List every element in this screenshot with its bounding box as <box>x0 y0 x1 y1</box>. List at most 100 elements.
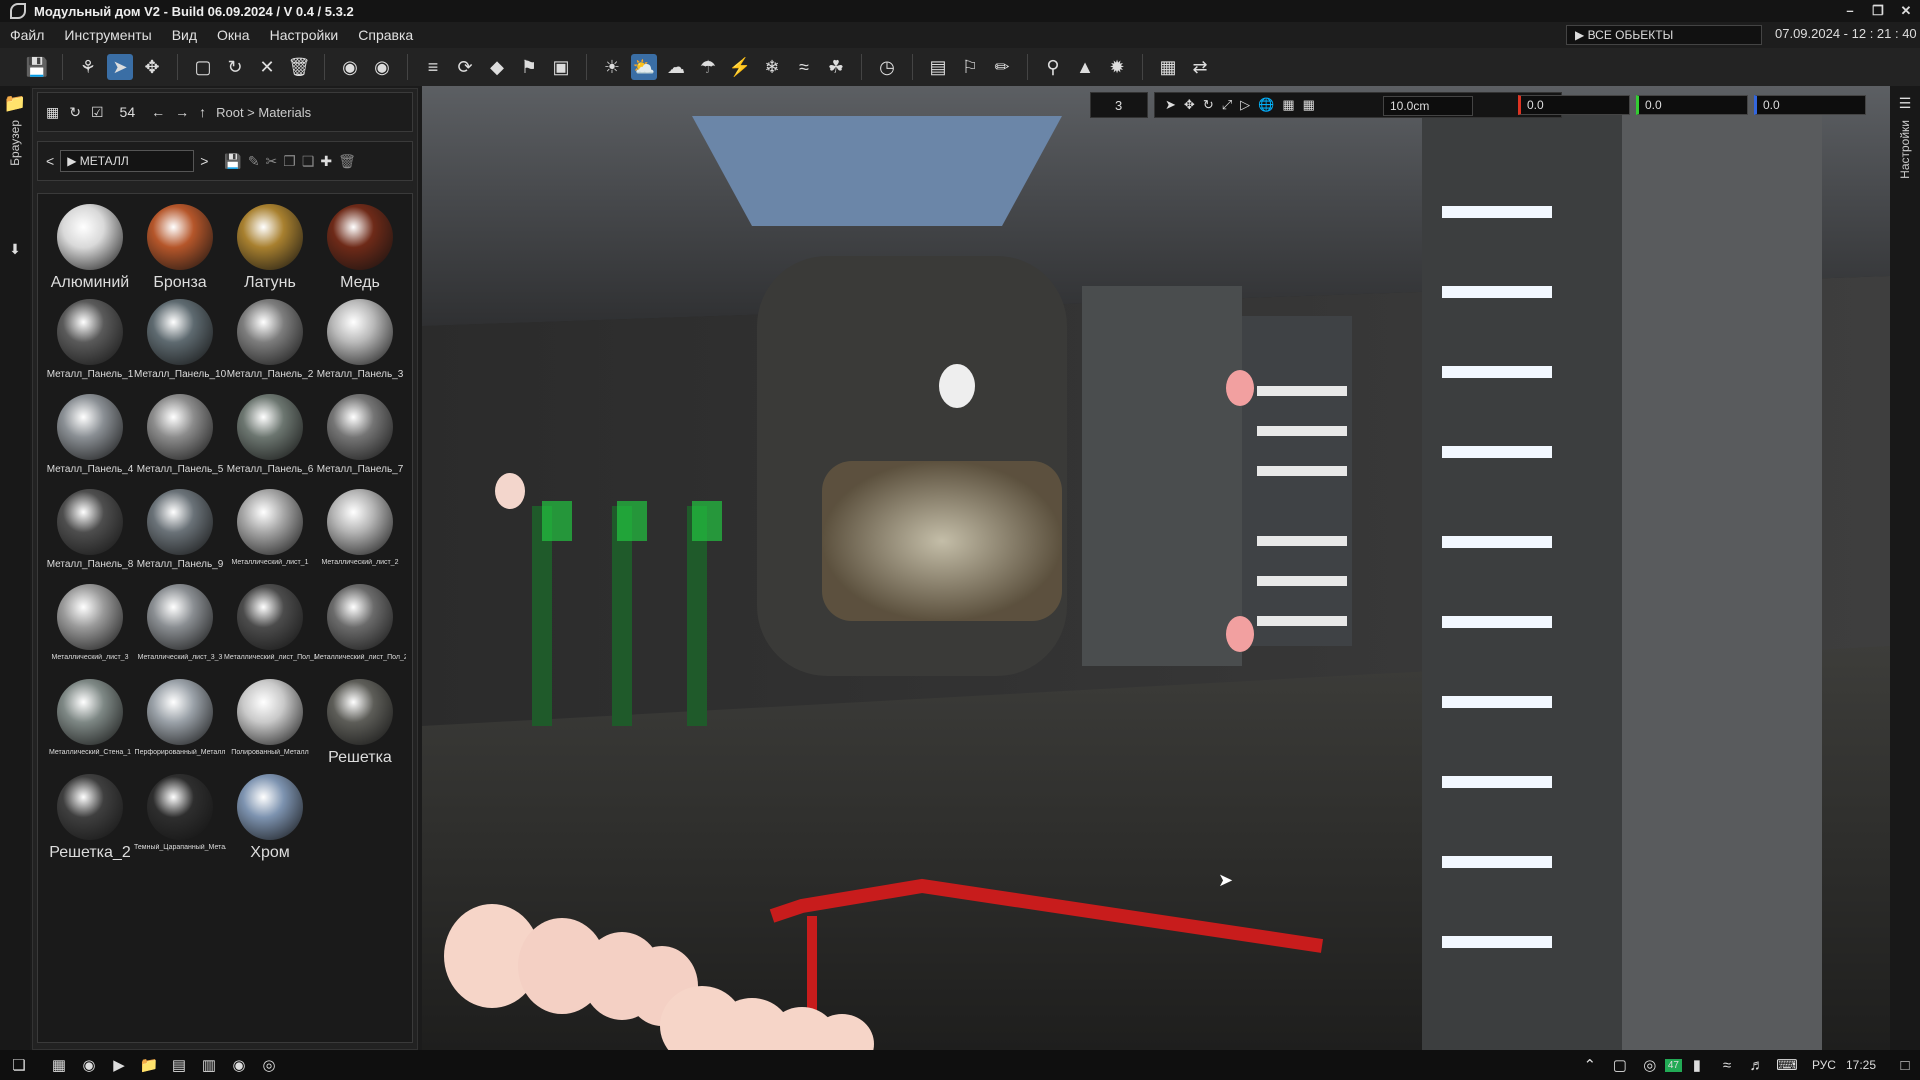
photo-camera-icon[interactable]: ▤ <box>925 54 951 80</box>
sphere-alt-icon[interactable]: ◉ <box>369 54 395 80</box>
mirror-tool-icon[interactable]: ▷ <box>1240 97 1250 113</box>
grid-icon[interactable]: ▦ <box>1303 97 1315 113</box>
material-item[interactable]: Металлический_лист_1 <box>224 489 316 566</box>
rotate-icon[interactable]: ⟳ <box>452 54 478 80</box>
material-item[interactable]: Хром <box>224 774 316 862</box>
select-tool-icon[interactable]: ➤ <box>1165 97 1176 113</box>
keyboard-icon[interactable]: ⌨ <box>1772 1050 1802 1080</box>
camera-icon[interactable]: ▣ <box>548 54 574 80</box>
flag-icon[interactable]: ⚑ <box>516 54 542 80</box>
material-item[interactable]: Металл_Панель_5 <box>134 394 226 475</box>
grid-size-field[interactable]: 10.0cm <box>1383 96 1473 116</box>
camera-speed-box[interactable]: 3 <box>1090 92 1148 118</box>
material-item[interactable]: Полированный_Металл <box>224 679 316 756</box>
x-coordinate-field[interactable]: 0.0 <box>1518 95 1630 115</box>
next-category-icon[interactable]: > <box>200 153 208 169</box>
lamp-icon[interactable]: ▲ <box>1072 54 1098 80</box>
material-item[interactable]: Металлический_лист_3 <box>44 584 136 661</box>
save-material-icon[interactable]: 💾 <box>224 153 241 170</box>
chrome-icon[interactable]: ◎ <box>254 1050 284 1080</box>
material-item[interactable]: Металлический_лист_Пол_1 <box>224 584 316 661</box>
material-item[interactable]: Алюминий <box>44 204 136 292</box>
storm-icon[interactable]: ⚡ <box>727 54 753 80</box>
close-button[interactable]: ✕ <box>1892 0 1920 22</box>
ruler-icon[interactable]: ✏ <box>989 54 1015 80</box>
battery-icon[interactable]: ▮ <box>1682 1050 1712 1080</box>
wind-icon[interactable]: ≈ <box>791 54 817 80</box>
material-item[interactable]: Металлический_Стена_1 <box>44 679 136 756</box>
material-item[interactable]: Латунь <box>224 204 316 292</box>
y-coordinate-field[interactable]: 0.0 <box>1636 95 1748 115</box>
material-item[interactable]: Металл_Панель_9 <box>134 489 226 570</box>
language-indicator[interactable]: РУС <box>1812 1058 1836 1072</box>
calculator-icon[interactable]: ▦ <box>44 1050 74 1080</box>
sync-icon[interactable]: ⇄ <box>1187 54 1213 80</box>
tab-settings[interactable]: Настройки <box>1898 120 1912 179</box>
material-item[interactable]: Металл_Панель_3 <box>314 299 406 380</box>
menu-windows[interactable]: Окна <box>207 27 260 43</box>
pin-icon[interactable]: ⚲ <box>1040 54 1066 80</box>
category-dropdown[interactable]: ▶ МЕТАЛЛ <box>60 150 195 172</box>
material-item[interactable]: Металл_Панель_8 <box>44 489 136 570</box>
forward-arrow-icon[interactable]: → <box>175 104 189 120</box>
up-arrow-icon[interactable]: ↑ <box>199 104 206 120</box>
bug-icon[interactable]: ✹ <box>1104 54 1130 80</box>
tray-chevron-icon[interactable]: ⌃ <box>1575 1050 1605 1080</box>
back-arrow-icon[interactable]: ← <box>151 104 165 120</box>
clock-icon[interactable]: ◷ <box>874 54 900 80</box>
delete-icon[interactable]: 🗑 <box>338 153 356 170</box>
grid-view-icon[interactable]: ▦ <box>46 104 59 121</box>
sphere-icon[interactable]: ◉ <box>337 54 363 80</box>
menu-view[interactable]: Вид <box>162 27 207 43</box>
rotate-tool-icon[interactable]: ↻ <box>1203 97 1214 113</box>
refresh-browser-icon[interactable]: ↻ <box>69 104 81 121</box>
prev-category-icon[interactable]: < <box>46 153 54 169</box>
snow-icon[interactable]: ❄ <box>759 54 785 80</box>
minimize-button[interactable]: – <box>1836 0 1864 22</box>
storm-tree-icon[interactable]: ☘ <box>823 54 849 80</box>
tray-chrome-icon[interactable]: ◎ <box>1635 1050 1665 1080</box>
3d-viewport[interactable]: 3 ➤ ✥ ↻ ⤢ ▷ 🌐 ▦ ▦ 10.0cm 0.0 0.0 0.0 ➤ <box>422 86 1890 1050</box>
material-item[interactable]: Металлический_лист_Пол_2 <box>314 584 406 661</box>
wifi-icon[interactable]: ≈ <box>1712 1050 1742 1080</box>
select-arrow-icon[interactable]: ➤ <box>107 54 133 80</box>
image-icon[interactable]: ▦ <box>1155 54 1181 80</box>
diamond-icon[interactable]: ◆ <box>484 54 510 80</box>
menu-settings[interactable]: Настройки <box>260 27 349 43</box>
cloud-sun-icon[interactable]: ⛅ <box>631 54 657 80</box>
z-coordinate-field[interactable]: 0.0 <box>1754 95 1866 115</box>
network-app-icon[interactable]: ▥ <box>194 1050 224 1080</box>
material-item[interactable]: Решетка <box>314 679 406 767</box>
sun-icon[interactable]: ☀ <box>599 54 625 80</box>
close-icon[interactable]: ✕ <box>254 54 280 80</box>
browser-edge-icon[interactable]: ◉ <box>74 1050 104 1080</box>
unreal-app-icon[interactable]: ◉ <box>224 1050 254 1080</box>
material-item[interactable]: Темный_Царапанный_Металл <box>134 774 226 851</box>
media-icon[interactable]: ▶ <box>104 1050 134 1080</box>
maximize-button[interactable]: ❐ <box>1864 0 1892 22</box>
clock-time[interactable]: 17:25 <box>1846 1058 1876 1072</box>
material-item[interactable]: Решетка_2 <box>44 774 136 862</box>
checkbox-icon[interactable]: ☑ <box>91 104 104 121</box>
menu-file[interactable]: Файл <box>0 27 54 43</box>
pin-tab-icon[interactable]: ⬇ <box>2 236 28 262</box>
cloud-icon[interactable]: ☁ <box>663 54 689 80</box>
tab-browser[interactable]: Браузер <box>8 120 22 166</box>
cube-icon[interactable]: ▢ <box>190 54 216 80</box>
material-item[interactable]: Металл_Панель_2 <box>224 299 316 380</box>
notifications-icon[interactable]: □ <box>1890 1050 1920 1080</box>
material-item[interactable]: Перфорированный_Металл <box>134 679 226 756</box>
marker-flag-icon[interactable]: ⚐ <box>957 54 983 80</box>
layers-icon[interactable]: ≡ <box>420 54 446 80</box>
material-item[interactable]: Медь <box>314 204 406 292</box>
material-item[interactable]: Металл_Панель_7 <box>314 394 406 475</box>
material-item[interactable]: Металл_Панель_6 <box>224 394 316 475</box>
explorer-icon[interactable]: 📁 <box>134 1050 164 1080</box>
move-tool-icon[interactable]: ✥ <box>1184 97 1195 113</box>
settings-panel-icon[interactable]: ☰ <box>1892 90 1918 116</box>
paste-icon[interactable]: ❑ <box>302 153 315 170</box>
material-item[interactable]: Металлический_лист_3_3 <box>134 584 226 661</box>
object-filter-dropdown[interactable]: ▶ ВСЕ ОБЬЕКТЫ <box>1566 25 1762 45</box>
refresh-icon[interactable]: ↻ <box>222 54 248 80</box>
select-plant-icon[interactable]: ⚘ <box>75 54 101 80</box>
